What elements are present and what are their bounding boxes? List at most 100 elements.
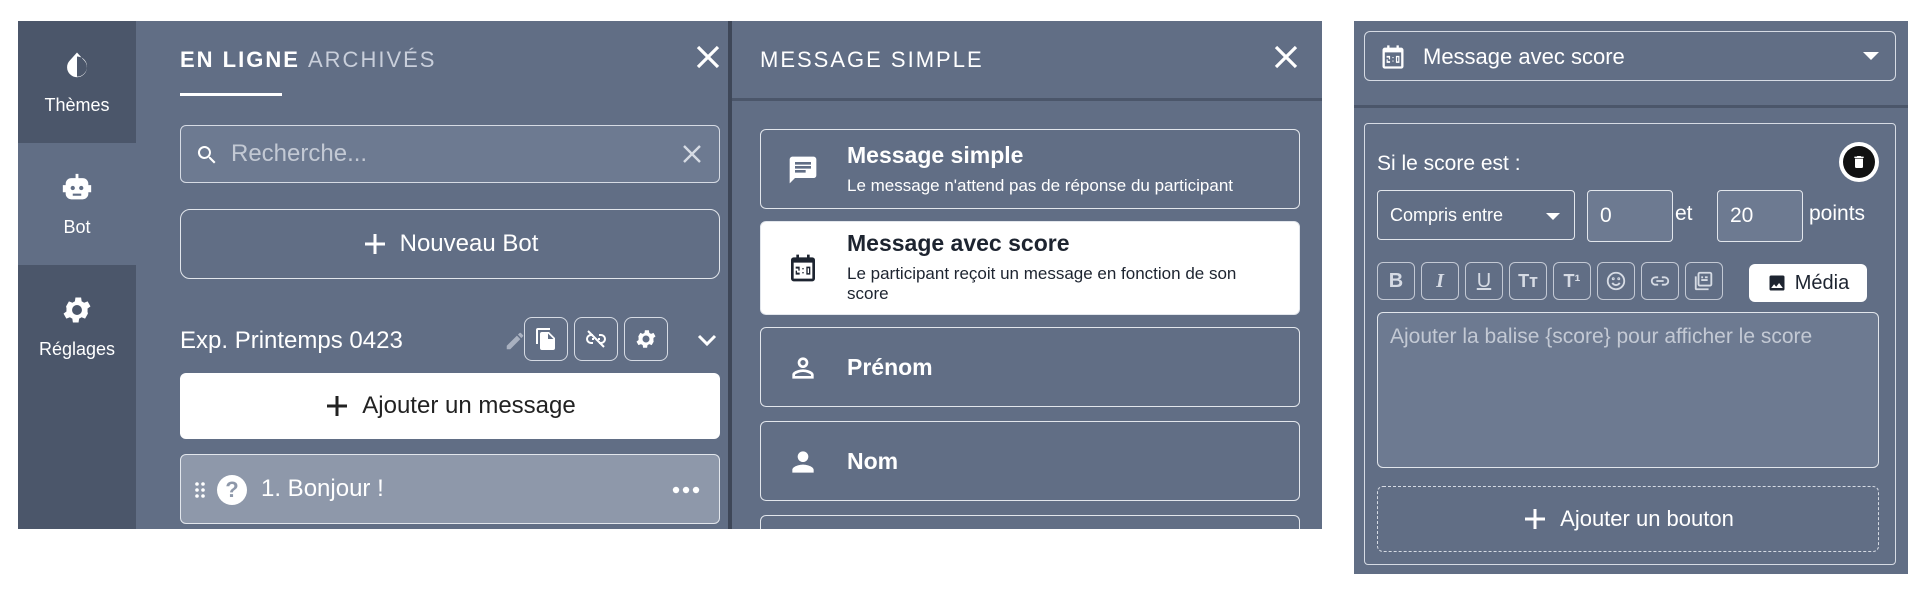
- unlink-bot-button[interactable]: [574, 317, 618, 361]
- chat-icon: [787, 154, 819, 186]
- active-tab-indicator: [180, 93, 282, 96]
- link-icon: [1650, 276, 1670, 286]
- close-type-panel-button[interactable]: [1272, 43, 1300, 71]
- type-option-title: Message simple: [847, 142, 1024, 168]
- question-icon: ?: [217, 475, 247, 505]
- person-icon: [787, 446, 819, 478]
- type-option-lastname[interactable]: Nom: [760, 421, 1300, 501]
- message-label: 1. Bonjour !: [261, 475, 384, 502]
- close-bots-panel-button[interactable]: [694, 43, 722, 71]
- max-score-input[interactable]: [1718, 191, 1802, 241]
- message-type-header: MESSAGE SIMPLE: [732, 21, 1322, 101]
- message-type-select[interactable]: Message avec score: [1364, 31, 1896, 81]
- search-field: [180, 125, 720, 183]
- duplicate-bot-button[interactable]: [524, 317, 568, 361]
- type-option-description: Le participant reçoit un message en fonc…: [847, 264, 1237, 303]
- media-button[interactable]: Média: [1749, 264, 1867, 302]
- edit-pencil-icon[interactable]: [504, 330, 526, 352]
- max-score-field: [1717, 190, 1803, 242]
- new-bot-button[interactable]: Nouveau Bot: [180, 209, 720, 279]
- message-editor-panel: Message avec score Si le score est : Com…: [1354, 21, 1908, 574]
- bold-button[interactable]: B: [1377, 262, 1415, 300]
- type-option-firstname[interactable]: Prénom: [760, 327, 1300, 407]
- drag-handle-icon[interactable]: [193, 480, 207, 500]
- tab-archived[interactable]: ARCHIVÉS: [308, 47, 436, 73]
- scoreboard-icon: [1379, 43, 1407, 71]
- type-option-title: Prénom: [847, 354, 933, 380]
- type-option-description: Le message n'attend pas de réponse du pa…: [847, 176, 1234, 195]
- superscript-button[interactable]: T¹: [1553, 262, 1591, 300]
- min-score-field: [1587, 190, 1673, 242]
- clear-search-icon[interactable]: [681, 143, 703, 165]
- message-text-area: [1377, 312, 1879, 468]
- add-message-button[interactable]: Ajouter un message: [180, 373, 720, 439]
- plus-icon: [324, 393, 350, 419]
- new-bot-label: Nouveau Bot: [399, 230, 539, 257]
- type-option-simple-message[interactable]: Message simple Le message n'attend pas d…: [760, 129, 1300, 209]
- theme-drop-icon: [67, 52, 88, 77]
- person-outline-icon: [787, 352, 819, 384]
- message-list-item[interactable]: ? 1. Bonjour !: [180, 454, 720, 524]
- copy-file-icon: [536, 328, 555, 350]
- add-button-label: Ajouter un bouton: [1560, 506, 1734, 531]
- robot-icon: [62, 173, 92, 199]
- link-button[interactable]: [1641, 262, 1679, 300]
- add-button-button[interactable]: Ajouter un bouton: [1377, 486, 1879, 552]
- emoji-button[interactable]: [1597, 262, 1635, 300]
- message-type-panel: MESSAGE SIMPLE Message simple Le message…: [732, 21, 1322, 529]
- superscript-icon: T¹: [1563, 270, 1581, 291]
- text-size-icon: Tт: [1518, 270, 1538, 291]
- bold-icon: B: [1388, 269, 1404, 292]
- min-score-input[interactable]: [1588, 191, 1672, 241]
- sidebar-item-themes[interactable]: Thèmes: [18, 21, 136, 143]
- trash-icon: [1854, 156, 1864, 168]
- message-text-input[interactable]: [1378, 313, 1878, 467]
- close-icon: [696, 45, 720, 69]
- sidebar-item-settings[interactable]: Réglages: [18, 265, 136, 387]
- panel-title: MESSAGE SIMPLE: [760, 47, 984, 72]
- comparison-select[interactable]: Compris entre: [1377, 190, 1575, 240]
- image-icon: [1769, 275, 1785, 291]
- plus-icon: [1522, 506, 1548, 532]
- bot-settings-button[interactable]: [624, 317, 668, 361]
- comparison-value: Compris entre: [1390, 205, 1504, 225]
- plus-icon: [362, 231, 388, 257]
- scoreboard-icon: [787, 252, 819, 284]
- chevron-down-icon[interactable]: [694, 327, 720, 353]
- italic-button[interactable]: I: [1421, 262, 1459, 300]
- tab-online[interactable]: EN LIGNE: [180, 47, 300, 73]
- close-icon: [1274, 45, 1298, 69]
- link-off-icon: [586, 330, 606, 348]
- media-label: Média: [1794, 271, 1850, 294]
- dropdown-caret-icon: [1863, 52, 1879, 60]
- sidebar-item-bot[interactable]: Bot: [18, 143, 136, 265]
- points-label: points: [1809, 202, 1866, 225]
- type-option-score-message[interactable]: Message avec score Le participant reçoit…: [760, 221, 1300, 315]
- editor-separator: [1354, 105, 1908, 108]
- more-options-icon[interactable]: [671, 485, 701, 495]
- sidebar-rail: Thèmes Bot Réglages: [18, 21, 136, 529]
- condition-label: Si le score est :: [1377, 152, 1521, 175]
- bots-panel: EN LIGNE ARCHIVÉS Nouveau Bot Exp. Print…: [136, 21, 740, 529]
- type-option-next[interactable]: [760, 515, 1300, 529]
- gear-icon: [636, 330, 656, 348]
- bot-name: Exp. Printemps 0423: [180, 327, 403, 354]
- and-label: et: [1675, 202, 1693, 225]
- selected-type-label: Message avec score: [1423, 44, 1625, 69]
- delete-condition-button[interactable]: [1839, 142, 1879, 182]
- score-condition-card: Si le score est : Compris entre et point…: [1364, 123, 1896, 565]
- pdf-icon: [1694, 271, 1713, 291]
- emoji-icon: [1606, 271, 1626, 291]
- underline-button[interactable]: U: [1465, 262, 1503, 300]
- type-option-title: Nom: [847, 448, 899, 474]
- sidebar-item-label: Thèmes: [44, 94, 110, 115]
- search-input[interactable]: [231, 126, 671, 181]
- search-icon: [195, 143, 219, 167]
- bot-builder-app: Thèmes Bot Réglages EN LIGNE ARCHIVÉS Re…: [18, 21, 1322, 529]
- underline-icon: U: [1476, 269, 1492, 292]
- text-size-button[interactable]: Tт: [1509, 262, 1547, 300]
- dropdown-caret-icon: [1546, 213, 1560, 220]
- sidebar-item-label: Réglages: [38, 338, 116, 359]
- pdf-button[interactable]: [1685, 262, 1723, 300]
- sidebar-item-label: Bot: [63, 216, 91, 237]
